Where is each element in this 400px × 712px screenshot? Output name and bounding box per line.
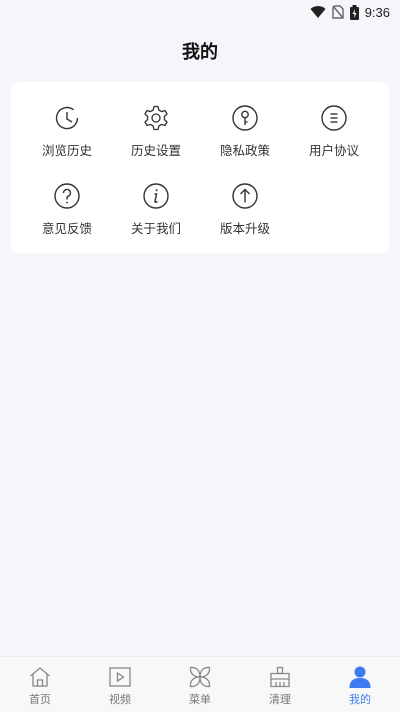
info-icon: [143, 183, 169, 209]
menu-item-label: 关于我们: [130, 221, 181, 236]
menu-item-label: 用户协议: [308, 143, 359, 158]
menu-item-browse-history[interactable]: 浏览历史: [22, 104, 112, 176]
home-icon: [30, 667, 50, 687]
no-sim-icon: [331, 5, 344, 19]
menu-item-version-upgrade[interactable]: 版本升级: [200, 182, 290, 254]
nav-label: 清理: [269, 693, 291, 706]
upgrade-arrow-icon: [232, 183, 258, 209]
menu-item-label: 浏览历史: [41, 143, 92, 158]
menu-item-label: 版本升级: [219, 221, 270, 236]
status-bar: 9:36: [0, 0, 400, 24]
gear-icon: [144, 105, 168, 131]
wifi-icon: [310, 6, 326, 19]
menu-item-privacy-policy[interactable]: 隐私政策: [200, 104, 290, 176]
nav-label: 菜单: [189, 693, 211, 706]
broom-icon: [270, 666, 290, 688]
bottom-nav: 首页 视频 菜单 清理 我的: [0, 656, 400, 712]
nav-home[interactable]: 首页: [0, 657, 80, 712]
status-time: 9:36: [364, 4, 390, 20]
key-icon: [232, 105, 258, 131]
menu-item-about-us[interactable]: 关于我们: [111, 182, 201, 254]
menu-card: 浏览历史 历史设置 隐私政策 用户协议 意见反馈 关于我们 版本升级: [11, 82, 389, 253]
menu-item-user-agreement[interactable]: 用户协议: [289, 104, 379, 176]
clock-icon: [55, 106, 79, 130]
nav-label: 首页: [29, 693, 51, 706]
battery-charging-icon: [349, 4, 359, 20]
menu-item-history-settings[interactable]: 历史设置: [111, 104, 201, 176]
user-icon: [349, 666, 371, 688]
nav-label: 我的: [349, 693, 371, 706]
page-title: 我的: [182, 42, 218, 63]
menu-item-label: 历史设置: [130, 143, 181, 158]
nav-mine[interactable]: 我的: [320, 657, 400, 712]
nav-clean[interactable]: 清理: [240, 657, 320, 712]
video-icon: [109, 667, 131, 687]
nav-label: 视频: [109, 693, 131, 706]
menu-item-label: 意见反馈: [41, 221, 92, 236]
list-icon: [321, 105, 347, 131]
menu-item-feedback[interactable]: 意见反馈: [22, 182, 112, 254]
question-icon: [54, 183, 80, 209]
nav-menu[interactable]: 菜单: [160, 657, 240, 712]
nav-video[interactable]: 视频: [80, 657, 160, 712]
menu-item-label: 隐私政策: [219, 143, 270, 158]
grid-menu-icon: [189, 666, 211, 688]
